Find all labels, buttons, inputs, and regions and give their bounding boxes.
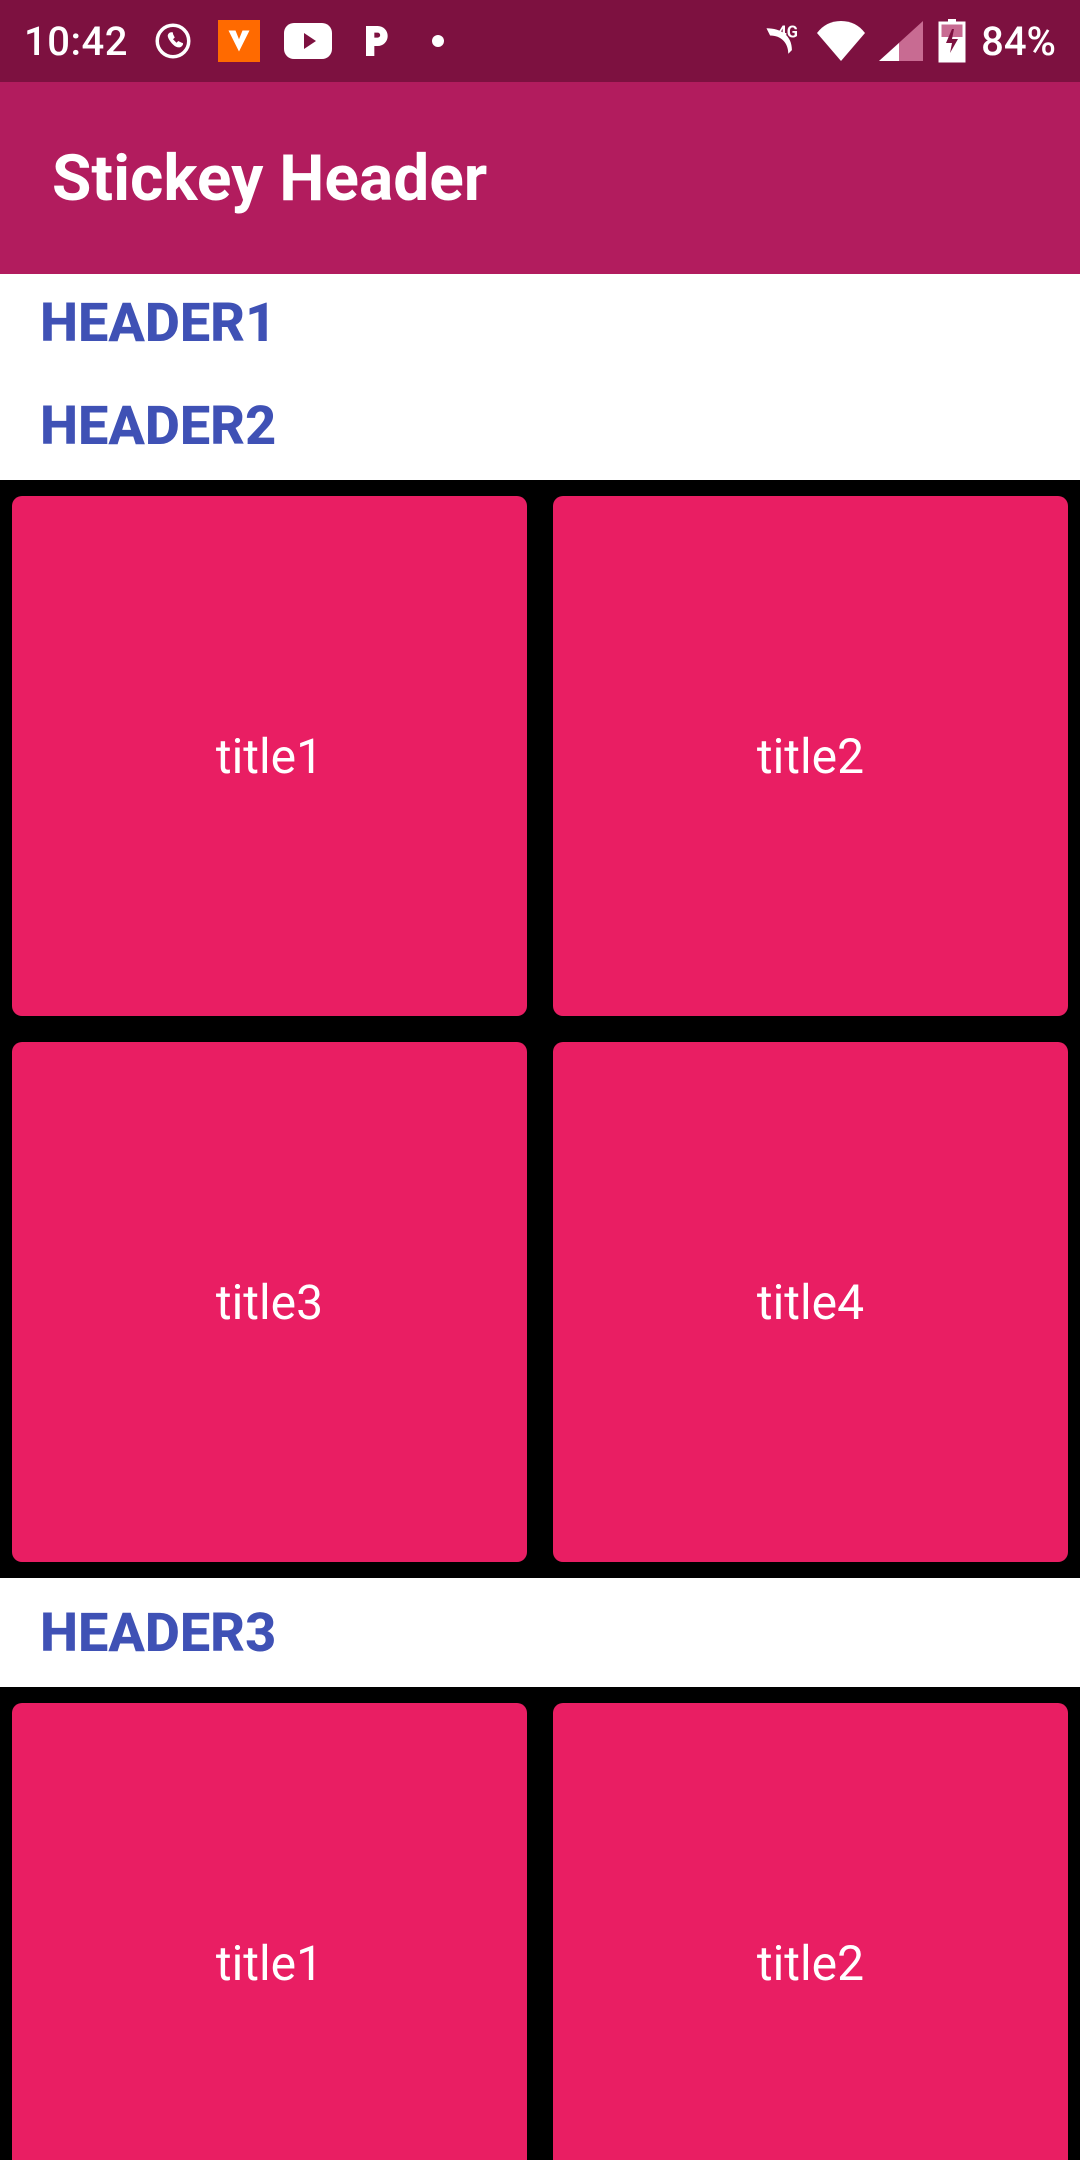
grid-card[interactable]: title2 [553,496,1068,1016]
card-title: title4 [757,1274,864,1331]
section-header-2: HEADER2 [0,371,1080,480]
grid-row: title1 title2 [12,1703,1068,2160]
grid-card[interactable]: title2 [553,1703,1068,2160]
screen: 10:42 4G [0,0,1080,2160]
section-header-1: HEADER1 [0,274,1080,371]
whatsapp-icon [152,20,194,62]
battery-percent: 84% [981,18,1056,65]
cell-signal-icon [879,21,923,61]
youtube-icon [284,23,332,59]
v-app-icon [218,20,260,62]
status-bar: 10:42 4G [0,0,1080,82]
grid-section-2: title1 title2 title3 title4 [0,480,1080,1578]
grid-row: title1 title2 [12,496,1068,1016]
wifi-icon [817,21,865,61]
content-scroll[interactable]: HEADER1 HEADER2 title1 title2 title3 tit… [0,274,1080,2160]
card-title: title2 [757,1935,864,1992]
grid-card[interactable]: title3 [12,1042,527,1562]
grid-row: title3 title4 [12,1042,1068,1562]
status-bar-left: 10:42 [24,18,444,65]
grid-section-3: title1 title2 [0,1687,1080,2160]
status-bar-right: 4G 84% [759,18,1056,65]
section-header-3: HEADER3 [0,1578,1080,1687]
grid-card[interactable]: title1 [12,496,527,1016]
card-title: title1 [216,728,323,785]
overflow-dot-icon [432,35,444,47]
status-time: 10:42 [24,18,128,65]
app-bar: Stickey Header [0,82,1080,274]
card-title: title1 [216,1935,323,1992]
p-app-icon [356,21,396,61]
grid-card[interactable]: title1 [12,1703,527,2160]
card-title: title3 [216,1274,323,1331]
card-title: title2 [757,728,864,785]
volte-4g-icon: 4G [759,21,803,61]
grid-card[interactable]: title4 [553,1042,1068,1562]
app-title: Stickey Header [52,141,487,216]
battery-charging-icon [937,19,967,63]
